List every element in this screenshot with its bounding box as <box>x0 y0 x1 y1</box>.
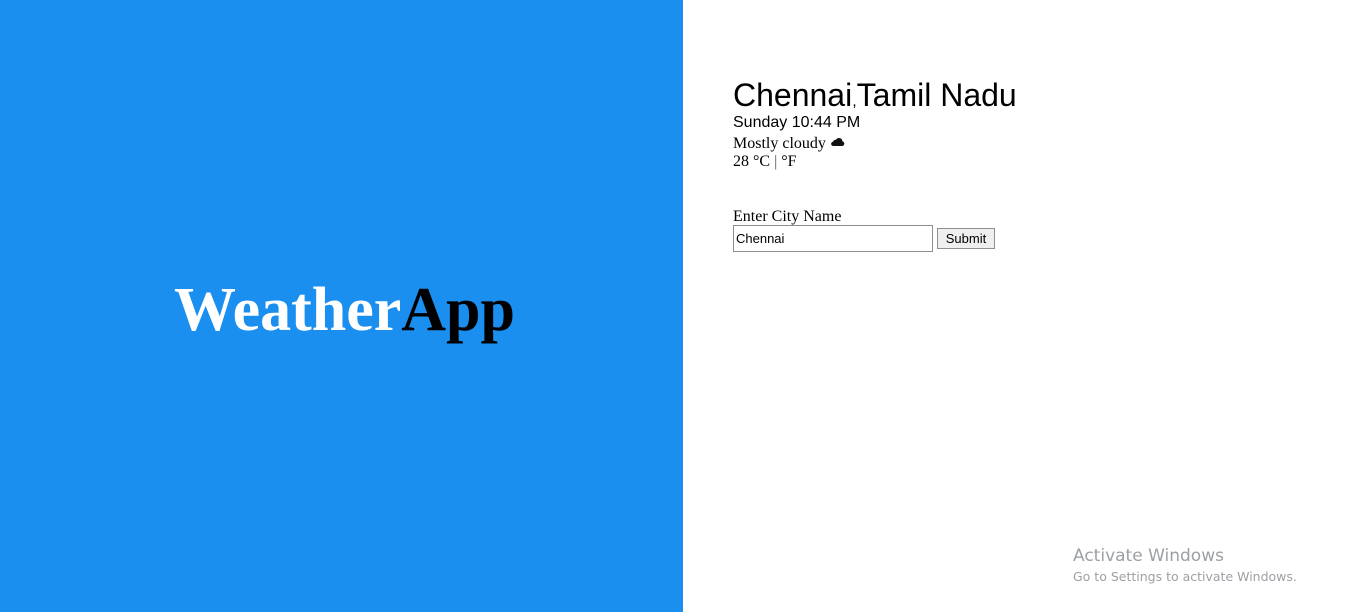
submit-button[interactable]: Submit <box>937 228 995 249</box>
city-input-label: Enter City Name <box>733 208 842 225</box>
watermark-subtitle: Go to Settings to activate Windows. <box>1073 569 1297 584</box>
temperature-value: 28 <box>733 153 749 170</box>
unit-fahrenheit-toggle[interactable]: °F <box>781 153 796 170</box>
brand-word-weather: Weather <box>174 276 402 344</box>
activate-windows-watermark: Activate Windows Go to Settings to activ… <box>1073 545 1297 587</box>
city-input[interactable] <box>733 225 933 252</box>
brand-panel: WeatherApp <box>0 0 683 612</box>
watermark-title: Activate Windows <box>1073 546 1224 566</box>
weather-condition: Mostly cloudy <box>733 134 845 153</box>
app-logo: WeatherApp <box>174 274 515 346</box>
unit-divider: | <box>774 153 778 170</box>
condition-text: Mostly cloudy <box>733 135 826 152</box>
cloud-icon <box>831 137 845 147</box>
brand-word-app: App <box>401 276 516 344</box>
temperature-readout: 28 °C | °F <box>733 152 797 171</box>
region-name: Tamil Nadu <box>856 77 1017 113</box>
city-name: Chennai <box>733 77 853 113</box>
weather-panel: Chennai,Tamil Nadu Sunday 10:44 PM Mostl… <box>683 0 1366 612</box>
unit-celsius-toggle[interactable]: °C <box>753 153 770 170</box>
date-time: Sunday 10:44 PM <box>733 114 861 131</box>
